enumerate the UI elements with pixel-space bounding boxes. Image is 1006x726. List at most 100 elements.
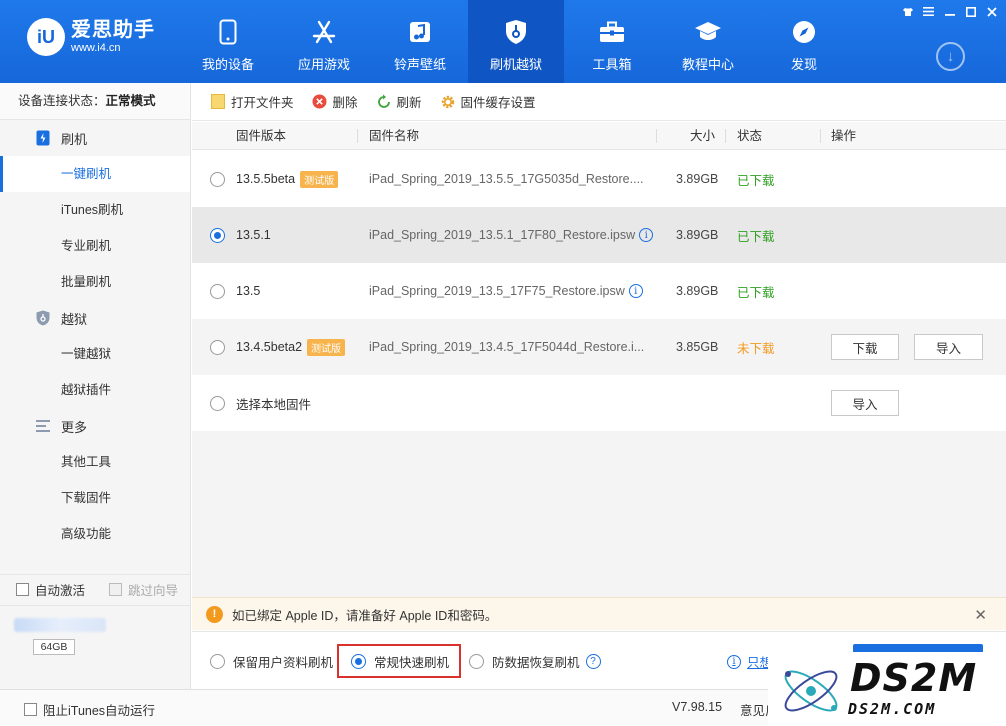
mode-radio[interactable] (469, 653, 484, 669)
open-folder-button[interactable]: 打开文件夹 (210, 92, 294, 111)
refresh-button[interactable]: 刷新 (376, 92, 422, 111)
shield-key-icon (502, 18, 530, 46)
sidebar-group-more[interactable]: 更多 (0, 408, 190, 444)
sidebar: 设备连接状态：正常模式 刷机 一键刷机 iTunes刷机 专业刷机 批量刷机 越… (0, 83, 191, 689)
beta-tag: 测试版 (300, 170, 339, 188)
folder-icon (210, 94, 226, 110)
nav-flash-jailbreak[interactable]: 刷机越狱 (468, 0, 564, 83)
warning-icon: ! (206, 605, 223, 623)
close-icon[interactable] (983, 4, 1000, 19)
firmware-row[interactable]: 13.4.5beta2 测试版 iPad_Spring_2019_13.4.5_… (192, 319, 1006, 375)
sidebar-options: 自动激活 跳过向导 (0, 574, 190, 604)
row-radio[interactable] (210, 171, 225, 187)
cache-settings-button[interactable]: 固件缓存设置 (440, 92, 536, 111)
block-itunes-option[interactable]: 阻止iTunes自动运行 (24, 700, 155, 719)
atom-logo-icon (784, 670, 838, 712)
download-manager-icon[interactable]: ↓ (936, 42, 965, 71)
empty-table-area (192, 431, 1006, 597)
device-storage-badge: 64GB (33, 639, 75, 655)
row-radio[interactable] (210, 395, 225, 411)
col-size: 大小 (690, 129, 716, 143)
nav-discover[interactable]: 发现 (756, 0, 852, 83)
watermark-sub: DS2M.COM (848, 700, 937, 718)
info-icon[interactable]: i (639, 228, 654, 242)
mode-radio[interactable] (210, 653, 225, 669)
row-radio[interactable] (210, 339, 225, 355)
col-action: 操作 (831, 129, 857, 143)
watermark-logo: DS2M DS2M.COM (768, 652, 1006, 726)
delete-icon (312, 94, 328, 110)
list-icon (36, 418, 50, 434)
logo-badge-icon: iU (27, 18, 65, 56)
status-badge: 未下载 (737, 341, 775, 356)
sidebar-item-one-click-jailbreak[interactable]: 一键越狱 (0, 336, 190, 372)
col-name: 固件名称 (369, 129, 420, 143)
block-itunes-checkbox[interactable] (24, 703, 37, 716)
row-radio[interactable] (210, 283, 225, 299)
sidebar-group-flash[interactable]: 刷机 (0, 120, 190, 156)
sidebar-item-jailbreak-plugins[interactable]: 越狱插件 (0, 372, 190, 408)
sidebar-item-itunes-flash[interactable]: iTunes刷机 (0, 192, 190, 228)
device-info[interactable]: 64GB (0, 605, 190, 689)
toolbox-icon (598, 18, 626, 46)
firmware-toolbar: 打开文件夹 删除 刷新 固件缓存设置 (192, 83, 1006, 121)
main-nav: 我的设备 应用游戏 铃声壁纸 刷机越狱 工具箱 教程中心 发现 (180, 0, 852, 83)
nav-ringtones-wallpapers[interactable]: 铃声壁纸 (372, 0, 468, 83)
music-icon (406, 18, 434, 46)
sidebar-item-download-firmware[interactable]: 下载固件 (0, 480, 190, 516)
menu-icon[interactable] (920, 4, 937, 19)
status-badge: 已下载 (737, 229, 775, 244)
apple-id-notice: ! 如已绑定 Apple ID，请准备好 Apple ID和密码。 ✕ (192, 597, 1006, 630)
firmware-row[interactable]: 13.5.1 iPad_Spring_2019_13.5.1_17F80_Res… (192, 207, 1006, 263)
auto-activate-checkbox[interactable] (16, 583, 29, 596)
window-controls (899, 4, 1000, 19)
firmware-row[interactable]: 13.5 iPad_Spring_2019_13.5_17F75_Restore… (192, 263, 1006, 319)
connection-status: 设备连接状态：正常模式 (0, 83, 190, 120)
mode-radio[interactable] (351, 653, 366, 669)
row-radio[interactable] (210, 227, 225, 243)
col-version: 固件版本 (236, 129, 287, 143)
skip-guide-label: 跳过向导 (128, 584, 179, 598)
sidebar-item-batch-flash[interactable]: 批量刷机 (0, 264, 190, 300)
gear-icon (440, 94, 456, 110)
sidebar-item-other-tools[interactable]: 其他工具 (0, 444, 190, 480)
device-name-blurred (14, 618, 106, 632)
sidebar-item-one-click-flash[interactable]: 一键刷机 (0, 156, 190, 192)
sidebar-group-jailbreak[interactable]: 越狱 (0, 300, 190, 336)
minimize-icon[interactable] (941, 4, 958, 19)
sidebar-item-pro-flash[interactable]: 专业刷机 (0, 228, 190, 264)
compass-icon (790, 18, 818, 46)
skin-icon[interactable] (899, 4, 916, 19)
watermark-text: DS2M (850, 656, 978, 700)
sidebar-item-advanced[interactable]: 高级功能 (0, 516, 190, 552)
graduation-cap-icon (694, 18, 722, 46)
mode-keep-data[interactable]: 保留用户资料刷机 (210, 649, 333, 673)
app-logo: iU 爱思助手 www.i4.cn (27, 18, 155, 56)
nav-tutorial-center[interactable]: 教程中心 (660, 0, 756, 83)
help-icon[interactable]: ? (585, 653, 601, 669)
firmware-row[interactable]: 13.5.5beta 测试版 iPad_Spring_2019_13.5.5_1… (192, 151, 1006, 207)
logo-name: 爱思助手 (71, 19, 155, 41)
app-store-icon (310, 18, 338, 46)
phone-flash-icon (36, 130, 50, 146)
download-button[interactable]: 下载 (831, 334, 899, 360)
import-button[interactable]: 导入 (914, 334, 983, 360)
info-icon[interactable]: i (628, 284, 643, 298)
auto-activate-label: 自动激活 (35, 584, 86, 598)
nav-toolbox[interactable]: 工具箱 (564, 0, 660, 83)
delete-button[interactable]: 删除 (312, 92, 358, 111)
refresh-icon (376, 94, 392, 110)
status-badge: 已下载 (737, 285, 775, 300)
col-status: 状态 (737, 129, 763, 143)
connection-status-value: 正常模式 (105, 94, 156, 108)
nav-apps-games[interactable]: 应用游戏 (276, 0, 372, 83)
maximize-icon[interactable] (962, 4, 979, 19)
notice-close-icon[interactable]: ✕ (974, 606, 987, 624)
nav-my-device[interactable]: 我的设备 (180, 0, 276, 83)
mode-anti-recovery[interactable]: 防数据恢复刷机 ? (469, 649, 601, 673)
mode-quick-flash[interactable]: 常规快速刷机 (337, 644, 462, 678)
local-import-button[interactable]: 导入 (831, 390, 899, 416)
firmware-table-header: 固件版本 固件名称 大小 状态 操作 (192, 122, 1006, 150)
local-firmware-row[interactable]: 选择本地固件 导入 (192, 375, 1006, 431)
app-version: V7.98.15 (672, 700, 723, 714)
